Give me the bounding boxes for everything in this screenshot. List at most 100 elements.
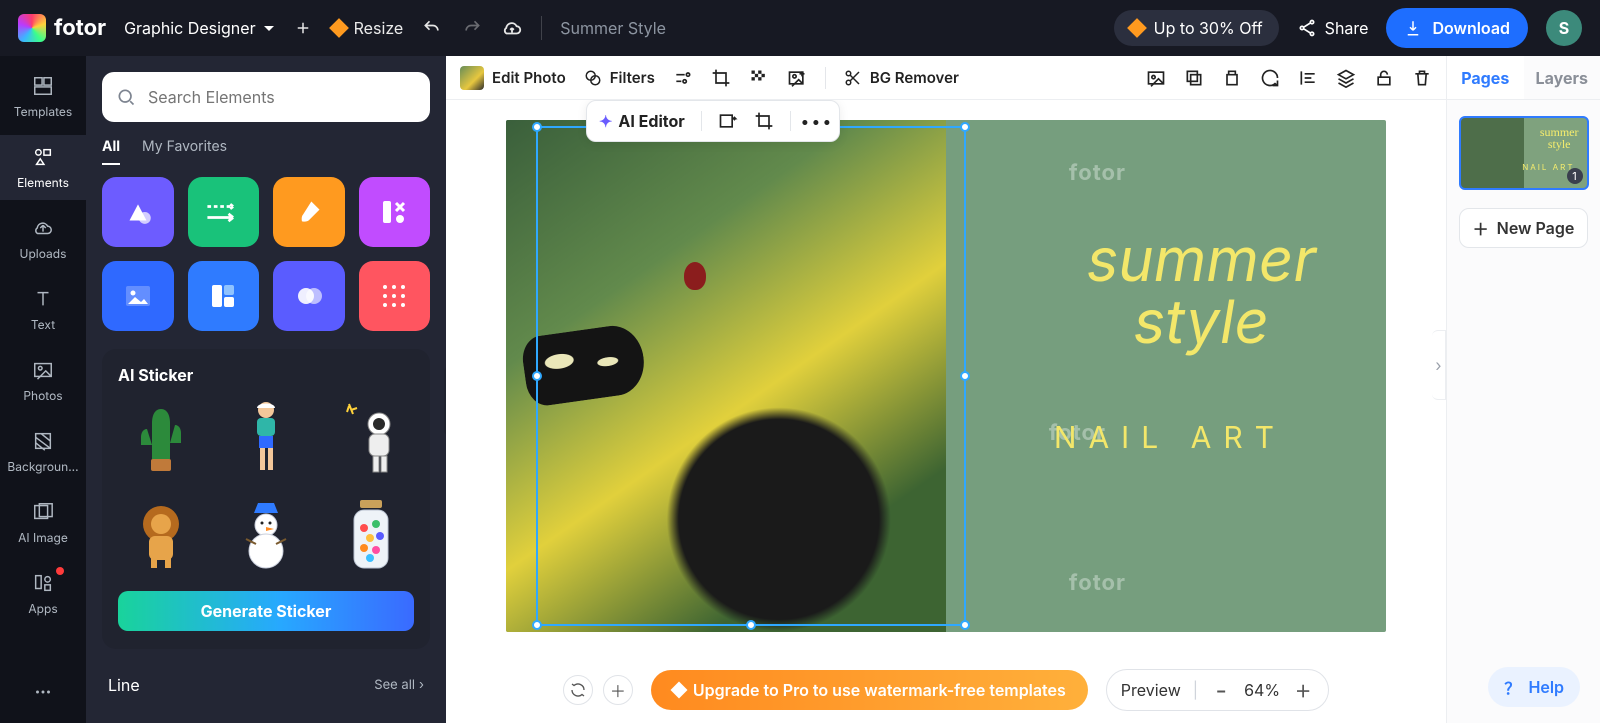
tile-brush[interactable] [273, 177, 345, 247]
diamond-icon [329, 18, 349, 38]
headline-text[interactable]: summerstyle [1087, 230, 1316, 354]
avatar[interactable]: S [1546, 10, 1582, 46]
resize-handle[interactable] [532, 371, 542, 381]
lock-icon[interactable] [1374, 68, 1394, 88]
resize-button[interactable]: Resize [332, 18, 404, 38]
resize-handle[interactable] [532, 620, 542, 630]
promo-pill[interactable]: Up to 30% Off [1114, 10, 1279, 46]
astronaut-icon [339, 398, 403, 476]
filters-button[interactable]: Filters [584, 68, 655, 87]
paste-style-icon[interactable] [1222, 68, 1242, 88]
help-button[interactable]: ？Help [1488, 667, 1580, 707]
add-page-button[interactable]: ＋ [603, 675, 633, 705]
rail-backgrounds[interactable]: Backgroun... [0, 419, 86, 484]
rail-uploads[interactable]: Uploads [0, 206, 86, 271]
see-all-link[interactable]: See all› [374, 677, 424, 693]
resize-handle[interactable] [960, 122, 970, 132]
align-icon[interactable] [1298, 68, 1318, 88]
page-thumb-text: summer style [1540, 126, 1579, 150]
crop-icon[interactable] [711, 68, 731, 88]
mode-dropdown[interactable]: Graphic Designer [124, 18, 274, 38]
undo-icon[interactable] [421, 17, 443, 39]
rail-apps[interactable]: Apps [0, 561, 86, 626]
resize-handle[interactable] [532, 122, 542, 132]
side-panel: All My Favorites AI Sticker Generate [86, 56, 446, 723]
sticker-cactus[interactable] [126, 397, 196, 477]
page-number-badge: 1 [1567, 168, 1583, 184]
adjust-icon[interactable] [673, 68, 693, 88]
tab-all[interactable]: All [102, 138, 120, 165]
sticker-candy-jar[interactable] [336, 495, 406, 575]
tab-pages[interactable]: Pages [1447, 56, 1524, 100]
selection-outline[interactable] [536, 126, 966, 626]
share-icon [1297, 18, 1317, 38]
crop-icon[interactable] [754, 111, 774, 131]
copy-icon[interactable] [1184, 68, 1204, 88]
sticker-lion[interactable] [126, 495, 196, 575]
swap-image-icon[interactable] [718, 111, 738, 131]
rotate-icon[interactable] [1260, 68, 1280, 88]
shapes-icon [121, 198, 155, 226]
search-input[interactable] [102, 72, 430, 122]
photos-icon [31, 358, 55, 382]
separator [701, 111, 702, 131]
resize-handle[interactable] [960, 371, 970, 381]
tile-layout[interactable] [188, 261, 260, 331]
subheadline-text[interactable]: NAIL ART [1054, 420, 1286, 456]
rail-text[interactable]: Text [0, 277, 86, 342]
document-title[interactable]: Summer Style [560, 18, 666, 38]
tile-overlap[interactable] [273, 261, 345, 331]
artboard[interactable]: fotor fotor fotor summerstyle NAIL ART [506, 120, 1386, 632]
download-button[interactable]: Download [1386, 8, 1528, 48]
templates-icon [31, 74, 55, 98]
text-icon [31, 287, 55, 311]
zoom-in-button[interactable]: ＋ [1292, 678, 1314, 702]
sticker-astronaut[interactable] [336, 397, 406, 477]
resize-handle[interactable] [746, 620, 756, 630]
rail-ai-image[interactable]: AI Image [0, 490, 86, 555]
search-field[interactable] [146, 86, 416, 108]
redo-icon[interactable] [461, 17, 483, 39]
tile-lines[interactable] [188, 177, 260, 247]
canvas-stage[interactable]: fotor fotor fotor summerstyle NAIL ART [446, 100, 1446, 723]
zoom-out-button[interactable]: − [1210, 680, 1232, 700]
cloud-save-icon[interactable] [501, 17, 523, 39]
rail-more[interactable] [32, 681, 54, 707]
upgrade-banner[interactable]: Upgrade to Pro to use watermark-free tem… [651, 670, 1088, 710]
tile-image[interactable] [102, 261, 174, 331]
add-icon[interactable] [292, 17, 314, 39]
tile-remove[interactable] [359, 177, 431, 247]
collapse-right-button[interactable]: › [1432, 330, 1446, 400]
tab-layers[interactable]: Layers [1524, 56, 1600, 100]
rail-elements[interactable]: Elements [0, 135, 86, 200]
zoom-value: 64% [1244, 680, 1280, 700]
edit-photo-button[interactable]: Edit Photo [460, 66, 566, 90]
tile-shapes[interactable] [102, 177, 174, 247]
transparency-icon[interactable] [749, 68, 769, 88]
trash-icon[interactable] [1412, 68, 1432, 88]
share-button[interactable]: Share [1297, 18, 1369, 38]
bg-remover-button[interactable]: BG Remover [844, 68, 959, 87]
sparkle-icon: ✦ [599, 111, 612, 131]
page-thumbnail[interactable]: summer style NAIL ART 1 [1459, 116, 1589, 190]
logo[interactable]: fotor [18, 14, 106, 42]
sticker-person[interactable] [231, 397, 301, 477]
ai-editor-button[interactable]: ✦AI Editor [599, 111, 685, 131]
new-page-button[interactable]: ＋New Page [1459, 208, 1588, 248]
image-plus-icon[interactable] [787, 68, 807, 88]
layers-icon[interactable] [1336, 68, 1356, 88]
sticker-snowman[interactable] [231, 495, 301, 575]
tab-favorites[interactable]: My Favorites [142, 138, 227, 165]
rail-photos[interactable]: Photos [0, 348, 86, 413]
lion-icon [129, 500, 193, 570]
rail-templates[interactable]: Templates [0, 64, 86, 129]
more-horizontal-icon[interactable]: ••• [807, 111, 827, 131]
reset-view-button[interactable] [563, 675, 593, 705]
generate-sticker-button[interactable]: Generate Sticker [118, 591, 414, 631]
resize-handle[interactable] [960, 620, 970, 630]
layout-icon [209, 282, 237, 310]
notification-dot-icon [56, 567, 64, 575]
tile-pattern[interactable] [359, 261, 431, 331]
snowman-icon [236, 497, 296, 573]
preview-label[interactable]: Preview [1121, 680, 1181, 700]
